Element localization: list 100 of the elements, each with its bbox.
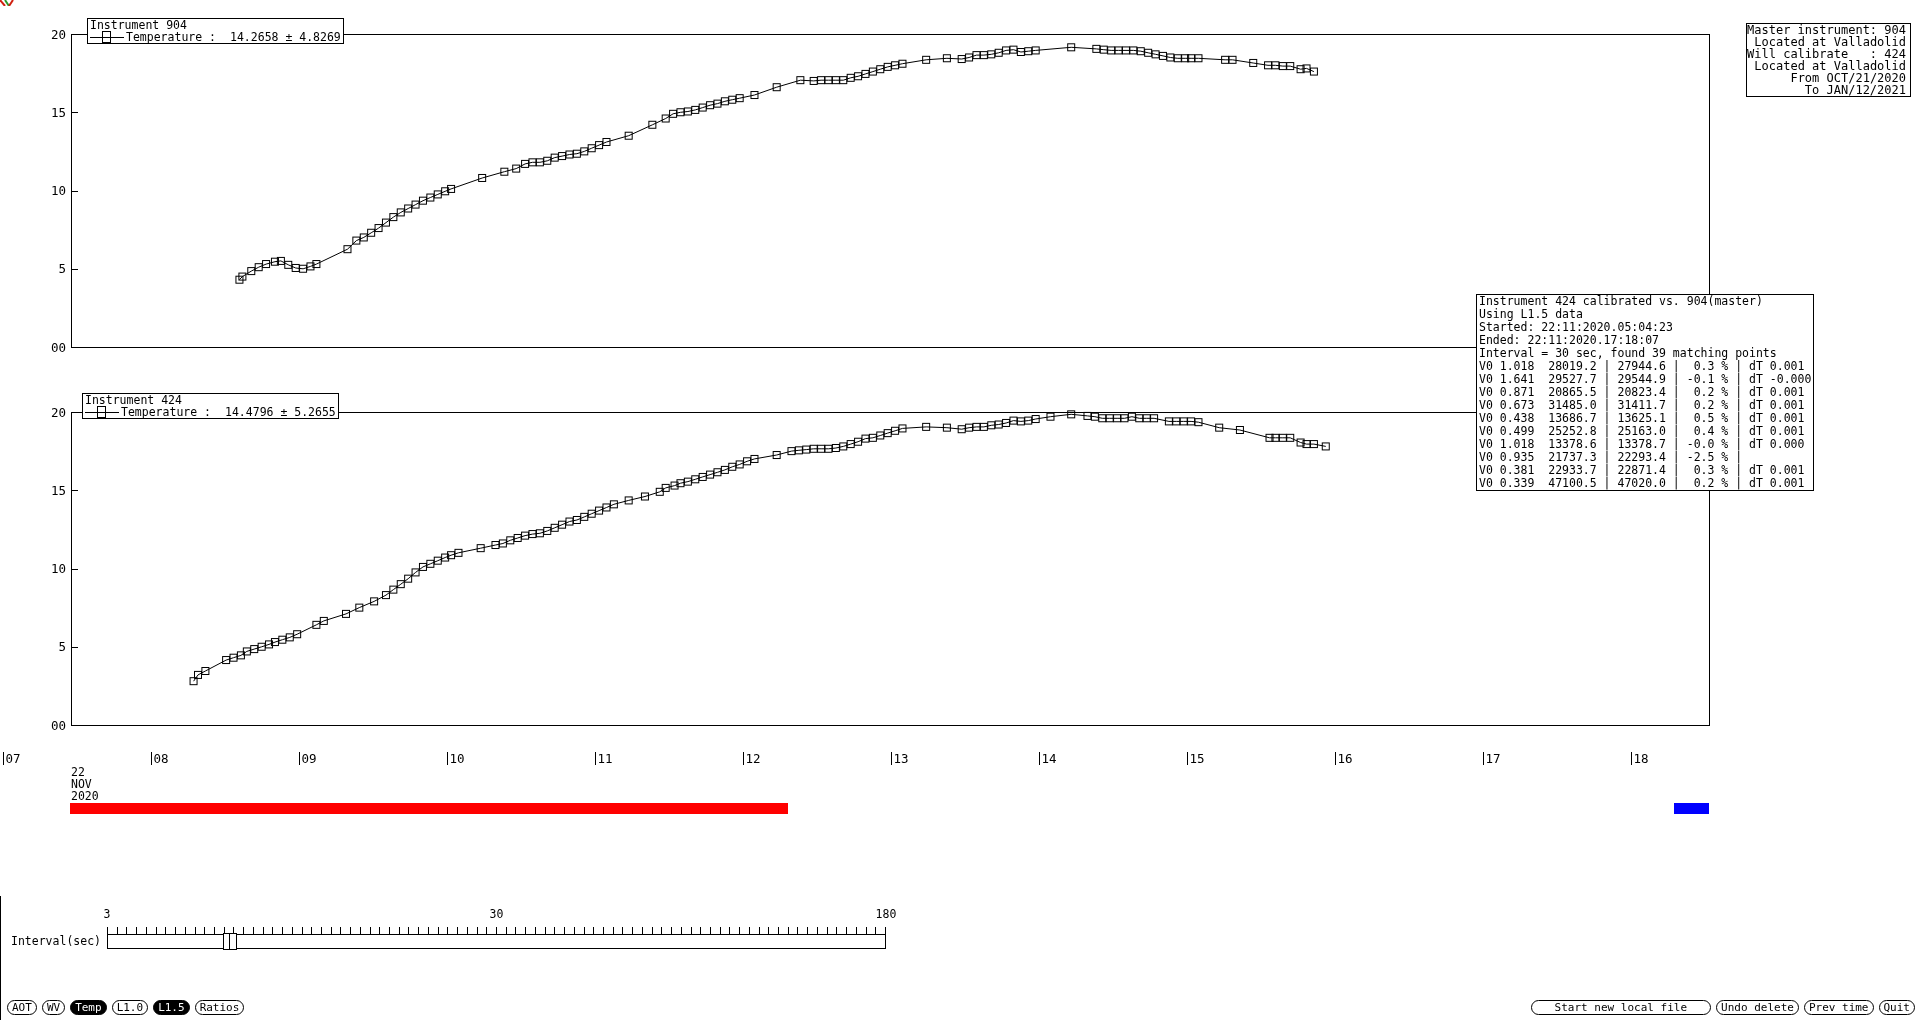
data-point — [512, 164, 521, 173]
option-button[interactable]: AOT — [7, 1000, 37, 1015]
data-point — [1121, 46, 1130, 55]
y-tick-label: 5 — [58, 261, 66, 277]
data-point — [661, 483, 670, 492]
data-point — [891, 61, 900, 70]
data-point — [1098, 414, 1107, 423]
info-line: Located at Valladolid — [1754, 36, 1906, 48]
x-tick-label: 17 — [1485, 751, 1501, 766]
action-button[interactable]: Start new local file — [1530, 1000, 1712, 1015]
data-point — [1009, 416, 1018, 425]
data-point — [242, 647, 251, 656]
data-point — [1265, 433, 1274, 442]
data-point — [655, 487, 664, 496]
action-button[interactable]: Prev time — [1803, 1000, 1874, 1015]
data-point — [661, 114, 670, 123]
report-row-text: V0 0.499 25252.8 | 25163.0 | 0.4 % | dT 0.001 — [1479, 425, 1806, 438]
data-point — [1228, 55, 1237, 64]
data-point — [743, 457, 752, 466]
data-point — [1296, 438, 1305, 447]
data-point — [411, 568, 420, 577]
data-point — [942, 54, 951, 63]
data-point — [846, 73, 855, 82]
slider-track[interactable] — [107, 934, 886, 949]
scale-label: 180 — [875, 907, 897, 921]
data-point — [433, 556, 442, 565]
data-point — [1002, 46, 1011, 55]
data-point — [965, 53, 974, 62]
option-button[interactable]: WV — [41, 1000, 66, 1015]
data-point — [222, 656, 231, 665]
data-point — [957, 425, 966, 434]
y-tick-label: 20 — [50, 26, 66, 42]
data-point — [1113, 414, 1122, 423]
option-button[interactable]: Temp — [70, 1000, 107, 1015]
data-point — [728, 95, 737, 104]
info-line: To JAN/12/2021 — [1803, 84, 1906, 96]
data-point — [898, 59, 907, 68]
data-point — [478, 174, 487, 182]
y-tick-label: 15 — [50, 482, 66, 498]
data-point — [1215, 423, 1224, 432]
data-point — [500, 167, 509, 176]
slider-thumb[interactable] — [223, 933, 237, 950]
data-point — [572, 149, 581, 158]
data-point — [839, 442, 848, 451]
data-point — [824, 444, 833, 453]
data-point — [587, 509, 596, 518]
option-button[interactable]: Ratios — [194, 1000, 245, 1015]
data-point — [1194, 418, 1203, 427]
data-point — [1166, 53, 1175, 62]
option-button[interactable]: L1.5 — [153, 1000, 190, 1015]
data-point — [404, 204, 413, 213]
data-point — [772, 83, 781, 92]
data-point — [389, 585, 398, 594]
data-point — [374, 224, 383, 233]
legend-stats: 14.2658 ± 4.8269 — [230, 31, 341, 43]
data-point — [238, 272, 247, 281]
x-tick-label: 07 — [5, 751, 21, 766]
data-point — [404, 574, 413, 583]
data-point — [229, 653, 238, 662]
data-point — [433, 190, 442, 199]
data-point — [1002, 418, 1011, 427]
info-line: Located at Valladolid — [1753, 60, 1906, 72]
data-point — [550, 153, 559, 162]
option-button[interactable]: L1.0 — [111, 1000, 149, 1015]
data-point — [284, 260, 293, 269]
data-point — [1031, 46, 1040, 55]
x-tick-label: 09 — [301, 751, 317, 766]
data-point — [558, 152, 567, 161]
action-button[interactable]: Undo delete — [1716, 1000, 1799, 1015]
report-row-text: V0 0.871 20865.5 | 20823.4 | 0.2 % | dT 0.001 — [1479, 386, 1806, 399]
data-point — [1135, 414, 1144, 423]
data-point — [528, 530, 537, 539]
report-row: V0 1.641 29527.7 | 29544.9 | -0.1 % | dT -0.000 — [1479, 373, 1812, 386]
data-point — [698, 103, 707, 112]
data-point — [839, 76, 848, 85]
data-point — [396, 580, 405, 589]
data-point — [691, 475, 700, 484]
data-point — [543, 156, 552, 165]
data-point — [809, 76, 818, 85]
data-point — [965, 423, 974, 432]
report-row-text: V0 0.673 31485.0 | 31411.7 | 0.2 % | dT 0.001 — [1479, 399, 1806, 412]
data-point — [698, 472, 707, 481]
report-line: Using L1.5 data — [1479, 308, 1584, 321]
data-point — [987, 421, 996, 430]
slider-label: Interval(sec) — [10, 934, 102, 949]
data-point — [1142, 414, 1151, 423]
data-point — [1296, 65, 1305, 74]
data-point — [796, 76, 805, 85]
data-point — [359, 233, 368, 242]
data-point — [1090, 412, 1099, 421]
report-line: Started: 22:11:2020.05:04:23 — [1479, 321, 1674, 334]
data-point — [1127, 412, 1136, 421]
data-point — [676, 108, 685, 117]
data-point — [1024, 416, 1033, 425]
action-button[interactable]: Quit — [1878, 1000, 1915, 1015]
data-point — [676, 479, 685, 488]
data-point — [706, 101, 715, 110]
y-tick-label: 15 — [50, 104, 66, 120]
data-point — [580, 512, 589, 521]
data-point — [861, 434, 870, 443]
